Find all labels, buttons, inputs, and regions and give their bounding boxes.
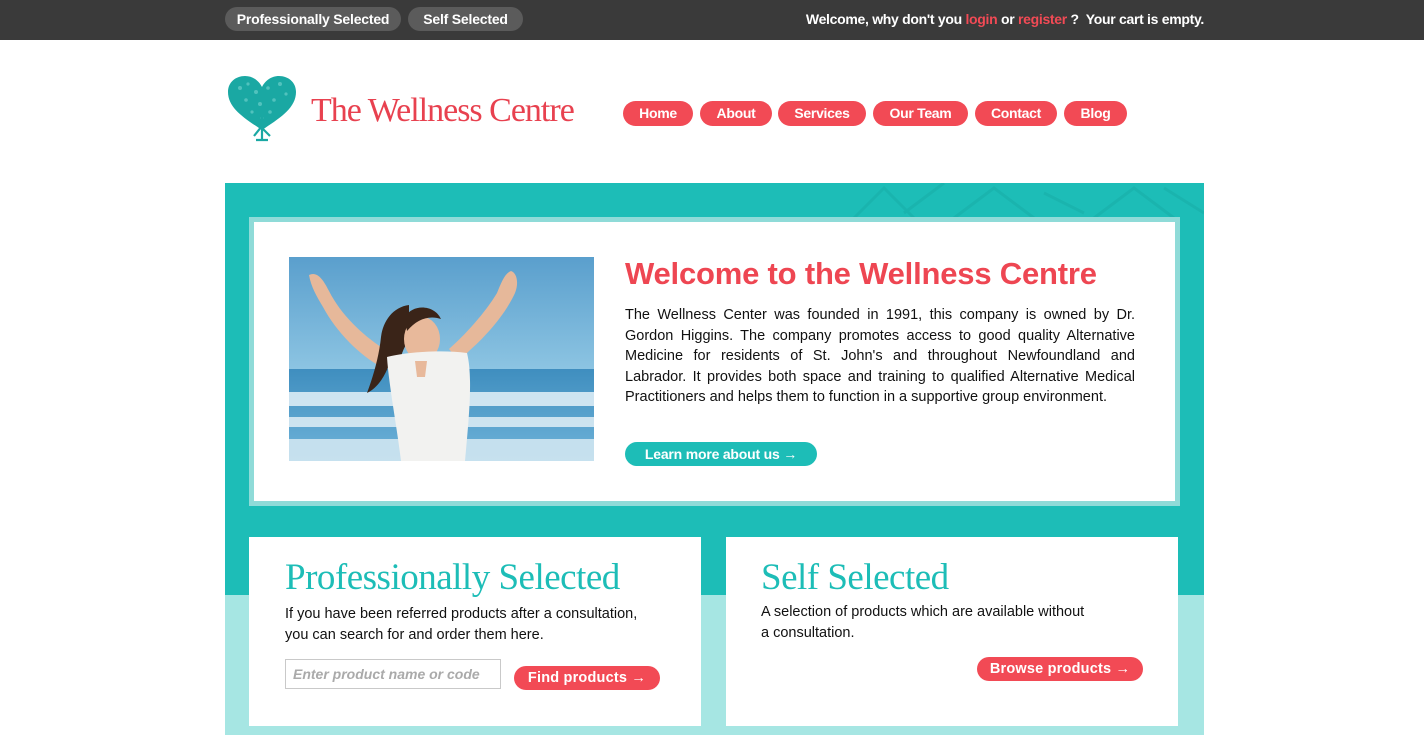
nav-home[interactable]: Home — [623, 101, 693, 126]
or-text: or — [1000, 11, 1015, 27]
nav-our-team[interactable]: Our Team — [873, 101, 968, 126]
hero-photo — [289, 257, 594, 461]
find-products-button[interactable]: Find products → — [514, 666, 660, 690]
self-selected-line-1: A selection of products which are availa… — [761, 604, 1085, 620]
tab-self-selected[interactable]: Self Selected — [408, 7, 523, 31]
site-logo[interactable]: The Wellness Centre — [226, 74, 575, 144]
cart-status[interactable]: Your cart is empty. — [1086, 11, 1205, 27]
professionally-selected-line-2: you can search for and order them here. — [285, 627, 544, 643]
nav-services[interactable]: Services — [778, 101, 866, 126]
self-selected-line-2: a consultation. — [761, 625, 855, 641]
nav-blog[interactable]: Blog — [1064, 101, 1127, 126]
browse-products-button[interactable]: Browse products → — [977, 657, 1143, 681]
login-link[interactable]: login — [965, 11, 997, 27]
learn-more-button[interactable]: Learn more about us → — [625, 442, 817, 466]
tree-heart-icon — [228, 76, 296, 142]
nav-contact[interactable]: Contact — [975, 101, 1057, 126]
tab-professionally-selected[interactable]: Professionally Selected — [225, 7, 401, 31]
product-search-input[interactable] — [285, 659, 501, 689]
top-bar: Professionally Selected Self Selected We… — [0, 0, 1424, 40]
hero-description: The Wellness Center was founded in 1991,… — [625, 307, 1135, 405]
welcome-text: Welcome, why don't you — [805, 11, 962, 27]
account-status: Welcome, why don't you login or register… — [806, 11, 1204, 27]
question-mark: ? — [1070, 11, 1080, 27]
self-selected-title: Self Selected — [761, 557, 949, 598]
register-link[interactable]: register — [1018, 11, 1067, 27]
professionally-selected-title: Professionally Selected — [285, 557, 620, 598]
logo-text: The Wellness Centre — [311, 92, 575, 129]
nav-about[interactable]: About — [700, 101, 772, 126]
hero-title: Welcome to the Wellness Centre — [625, 256, 1097, 291]
professionally-selected-line-1: If you have been referred products after… — [285, 606, 638, 622]
